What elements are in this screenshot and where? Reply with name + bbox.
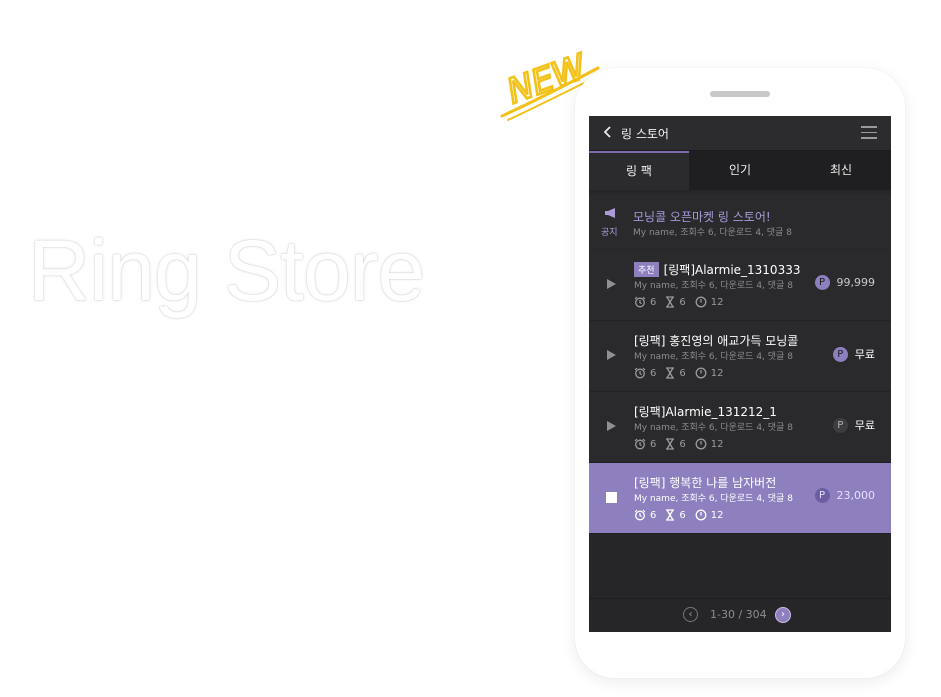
duration-count: 6 — [679, 509, 686, 521]
price-value: 99,999 — [836, 276, 876, 289]
item-title: [링팩] 행복한 나를 남자버전 — [634, 476, 777, 490]
item-stats: 6 6 12 — [634, 437, 732, 451]
clock-icon — [695, 438, 707, 450]
prev-page-button[interactable]: ‹ — [683, 607, 698, 622]
item-meta: My name, 조회수 6, 다운로드 4, 댓글 8 — [634, 352, 793, 362]
alarm-clock-icon — [634, 367, 646, 379]
hero-title: Ring Store — [28, 223, 425, 319]
point-icon: P — [832, 417, 848, 433]
notice-meta: My name, 조회수 6, 다운로드 4, 댓글 8 — [633, 228, 792, 238]
price-value: 무료 — [854, 419, 875, 432]
alarm-clock-icon — [634, 438, 646, 450]
price-value: 무료 — [854, 348, 875, 361]
chevron-left-icon[interactable] — [603, 125, 617, 141]
alarm-count: 6 — [650, 509, 657, 521]
notice-title: 모닝콜 오픈마켓 링 스토어! — [633, 210, 771, 224]
hourglass-icon — [666, 296, 675, 308]
pagination: ‹ 1-30 / 304 › — [589, 598, 891, 632]
point-icon: P — [832, 346, 848, 362]
page-title: 링 스토어 — [621, 127, 669, 141]
item-title: 추천 [링팩]Alarmie_1310333 — [634, 261, 800, 278]
duration-count: 6 — [679, 438, 686, 450]
item-meta: My name, 조회수 6, 다운로드 4, 댓글 8 — [634, 423, 793, 433]
price-value: 23,000 — [836, 489, 876, 502]
item-meta: My name, 조회수 6, 다운로드 4, 댓글 8 — [634, 281, 793, 291]
item-stats: 6 6 12 — [634, 366, 732, 380]
clock-icon — [695, 367, 707, 379]
item-stats: 6 6 12 — [634, 295, 732, 309]
list-item-selected[interactable]: [링팩] 행복한 나를 남자버전 My name, 조회수 6, 다운로드 4,… — [589, 463, 891, 534]
notice-row[interactable]: 공지 모닝콜 오픈마켓 링 스토어! My name, 조회수 6, 다운로드 … — [589, 194, 891, 249]
clock-icon — [695, 296, 707, 308]
hamburger-menu-icon[interactable] — [861, 126, 877, 139]
alarm-clock-icon — [634, 296, 646, 308]
item-stats: 6 6 12 — [634, 508, 732, 522]
item-price: P 무료 — [832, 417, 875, 433]
time-count: 12 — [710, 367, 724, 379]
alarm-count: 6 — [650, 296, 657, 308]
notice-label: 공지 — [601, 228, 618, 238]
page-indicator: 1-30 / 304 — [710, 608, 767, 621]
time-count: 12 — [710, 296, 724, 308]
tab-latest[interactable]: 최신 — [791, 151, 891, 190]
megaphone-icon — [605, 208, 615, 218]
alarm-count: 6 — [650, 367, 657, 379]
point-icon: P — [814, 488, 830, 503]
play-icon[interactable] — [607, 350, 616, 360]
time-count: 12 — [710, 438, 724, 450]
alarm-clock-icon — [634, 509, 646, 521]
alarm-count: 6 — [650, 438, 657, 450]
play-icon[interactable] — [607, 421, 616, 431]
play-icon[interactable] — [607, 279, 616, 289]
duration-count: 6 — [679, 367, 686, 379]
item-meta: My name, 조회수 6, 다운로드 4, 댓글 8 — [634, 494, 793, 504]
phone-speaker — [710, 91, 770, 97]
stop-icon[interactable] — [606, 492, 617, 503]
list-item[interactable]: [링팩] 홍진영의 애교가득 모닝콜 My name, 조회수 6, 다운로드 … — [589, 321, 891, 392]
list-item[interactable]: 추천 [링팩]Alarmie_1310333 My name, 조회수 6, 다운… — [589, 250, 891, 321]
phone-mockup: 링 스토어 링 팩 인기 최신 공지 모닝콜 오픈마켓 링 스토어! My na… — [575, 68, 905, 678]
clock-icon — [695, 509, 707, 521]
item-price: P 99,999 — [814, 275, 876, 290]
item-title-text: [링팩]Alarmie_1310333 — [663, 263, 801, 277]
duration-count: 6 — [679, 296, 686, 308]
point-icon: P — [814, 275, 830, 290]
tab-bar: 링 팩 인기 최신 — [589, 151, 891, 190]
item-title: [링팩]Alarmie_131212_1 — [634, 405, 777, 419]
hourglass-icon — [666, 367, 675, 379]
hourglass-icon — [666, 509, 675, 521]
tab-ring-pack[interactable]: 링 팩 — [589, 151, 689, 190]
item-title: [링팩] 홍진영의 애교가득 모닝콜 — [634, 334, 799, 348]
top-bar: 링 스토어 — [589, 116, 891, 151]
hourglass-icon — [666, 438, 675, 450]
time-count: 12 — [710, 509, 724, 521]
app-screen: 링 스토어 링 팩 인기 최신 공지 모닝콜 오픈마켓 링 스토어! My na… — [589, 116, 891, 632]
tab-popular[interactable]: 인기 — [690, 151, 790, 190]
item-price: P 23,000 — [814, 488, 876, 503]
recommend-badge: 추천 — [634, 262, 659, 277]
next-page-button[interactable]: › — [775, 607, 791, 623]
item-price: P 무료 — [832, 346, 875, 362]
list-item[interactable]: [링팩]Alarmie_131212_1 My name, 조회수 6, 다운로… — [589, 392, 891, 463]
